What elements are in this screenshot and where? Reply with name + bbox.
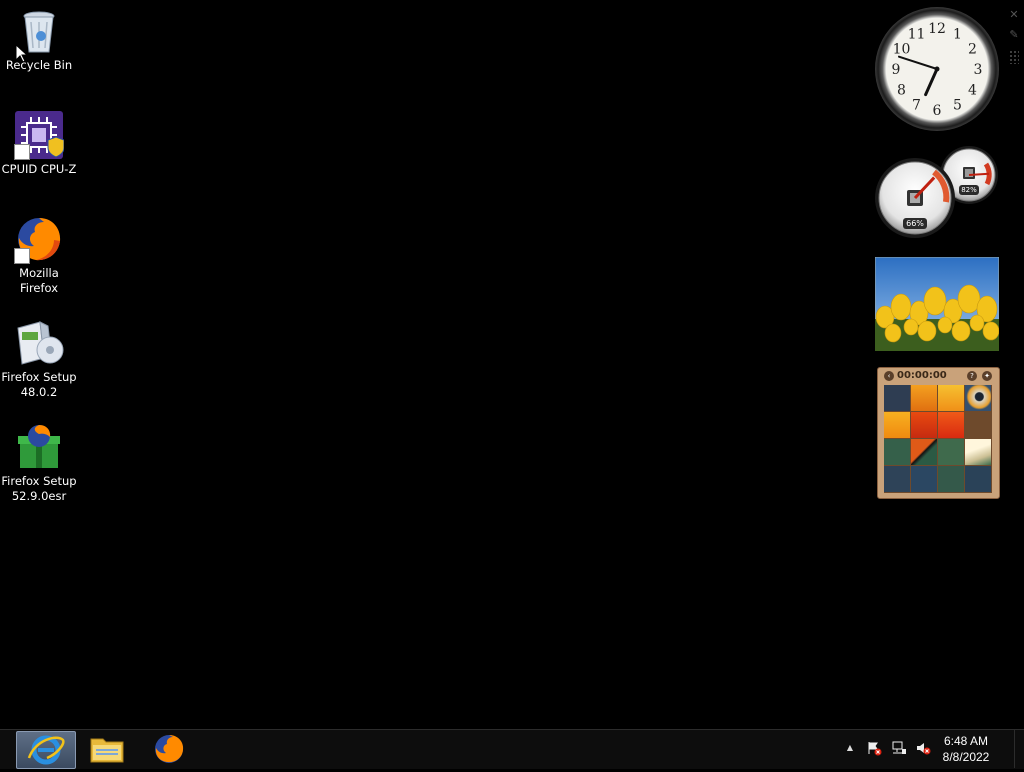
clock-numeral: 11 xyxy=(908,26,926,42)
clock-gadget[interactable]: 12 1 2 3 4 5 6 7 8 9 10 11 xyxy=(874,6,1000,132)
puzzle-tile-empty[interactable] xyxy=(965,412,991,438)
clock-numeral: 12 xyxy=(928,21,946,37)
puzzle-tile[interactable] xyxy=(884,439,910,465)
clock-numeral: 7 xyxy=(912,98,921,114)
puzzle-tile[interactable] xyxy=(911,466,937,492)
taskbar-button-internet-explorer[interactable] xyxy=(16,731,76,769)
puzzle-grid xyxy=(884,385,992,493)
desktop-icon-recycle-bin[interactable]: Recycle Bin xyxy=(0,6,78,73)
puzzle-tile[interactable] xyxy=(884,466,910,492)
puzzle-back-icon[interactable]: ‹ xyxy=(884,371,894,381)
clock-numeral: 1 xyxy=(953,26,962,42)
clock-numeral: 6 xyxy=(933,103,942,119)
action-center-flag-icon[interactable] xyxy=(866,740,882,756)
desktop-icon-label: CPUID CPU-Z xyxy=(1,162,77,176)
cpu-chip-icon xyxy=(14,110,65,160)
slideshow-image-tulips xyxy=(874,256,1000,352)
clock-numeral: 10 xyxy=(893,42,911,58)
puzzle-tile[interactable] xyxy=(965,466,991,492)
puzzle-tile[interactable] xyxy=(911,385,937,411)
desktop-icon-firefox-setup-52[interactable]: Firefox Setup 52.9.0esr xyxy=(0,422,78,504)
network-icon[interactable] xyxy=(891,740,907,756)
firefox-icon xyxy=(14,214,64,264)
ie-icon xyxy=(27,735,65,765)
clock-numeral: 4 xyxy=(968,83,977,99)
desktop-icon-label: Firefox Setup 48.0.2 xyxy=(0,370,78,400)
picture-puzzle-gadget[interactable]: ‹ 00:00:00 ? ✦ xyxy=(877,367,1000,499)
memory-percent-label: 82% xyxy=(959,185,979,195)
clock-face: 12 12 3 45678 9 1011 xyxy=(875,7,999,131)
puzzle-tile[interactable] xyxy=(884,412,910,438)
folder-icon xyxy=(90,738,124,763)
taskbar-date: 8/8/2022 xyxy=(942,750,990,764)
desktop-icon-label: Firefox Setup 52.9.0esr xyxy=(0,474,78,504)
clock-numeral: 8 xyxy=(897,83,906,99)
label-line: Mozilla xyxy=(19,266,59,280)
taskbar-clock[interactable]: 6:48 AM 8/8/2022 xyxy=(936,733,996,765)
puzzle-tile[interactable] xyxy=(938,412,964,438)
desktop-icon-cpuz[interactable]: CPUID CPU-Z xyxy=(0,110,78,177)
taskbar-button-firefox[interactable] xyxy=(140,731,198,767)
puzzle-tile[interactable] xyxy=(911,412,937,438)
gadget-drag-handle[interactable] xyxy=(1009,50,1019,64)
label-line: Firefox Setup xyxy=(1,474,77,488)
puzzle-tile[interactable] xyxy=(965,439,991,465)
puzzle-tile[interactable] xyxy=(938,385,964,411)
firefox-icon xyxy=(155,735,184,763)
taskbar-time: 6:48 AM xyxy=(943,734,989,748)
puzzle-help-icon[interactable]: ? xyxy=(967,371,977,381)
volume-muted-icon[interactable] xyxy=(915,740,931,756)
label-line: Firefox Setup xyxy=(1,370,77,384)
puzzle-tile[interactable] xyxy=(884,385,910,411)
installer-gift-icon xyxy=(14,422,64,472)
slideshow-gadget[interactable] xyxy=(874,256,1000,352)
shortcut-arrow-icon xyxy=(14,144,30,160)
puzzle-shuffle-icon[interactable]: ✦ xyxy=(982,371,992,381)
puzzle-tile[interactable] xyxy=(938,439,964,465)
desktop-icon-firefox-setup-48[interactable]: Firefox Setup 48.0.2 xyxy=(0,318,78,400)
cpu-meter-gadget[interactable]: 66% 82% xyxy=(874,144,1000,240)
clock-numeral: 9 xyxy=(892,62,901,78)
taskbar-button-file-explorer[interactable] xyxy=(78,731,136,767)
clock-numeral: 3 xyxy=(974,62,983,78)
show-hidden-icons-button[interactable]: ▲ xyxy=(843,740,857,756)
desktop-icon-label: Recycle Bin xyxy=(5,58,73,72)
clock-numeral: 5 xyxy=(953,98,962,114)
shortcut-arrow-icon xyxy=(14,248,30,264)
puzzle-tile[interactable] xyxy=(938,466,964,492)
show-desktop-button[interactable] xyxy=(1014,730,1024,768)
clock-numeral: 2 xyxy=(968,42,977,58)
puzzle-timer: 00:00:00 xyxy=(897,370,947,381)
installer-icon xyxy=(14,318,64,368)
puzzle-tile[interactable] xyxy=(911,439,937,465)
gadget-close-icon[interactable]: ✕ xyxy=(1008,9,1020,21)
desktop-icon-label: Mozilla Firefox xyxy=(0,266,78,296)
cpu-percent-label: 66% xyxy=(903,218,927,229)
cpu-meter-dials xyxy=(875,146,998,238)
label-line: 48.0.2 xyxy=(20,385,58,399)
label-line: 52.9.0esr xyxy=(11,489,67,503)
desktop-icon-firefox[interactable]: Mozilla Firefox xyxy=(0,214,78,296)
puzzle-tile[interactable] xyxy=(965,385,991,411)
label-line: Firefox xyxy=(19,281,59,295)
mouse-cursor xyxy=(15,43,29,67)
gadget-options-icon[interactable]: ✎ xyxy=(1008,29,1020,41)
